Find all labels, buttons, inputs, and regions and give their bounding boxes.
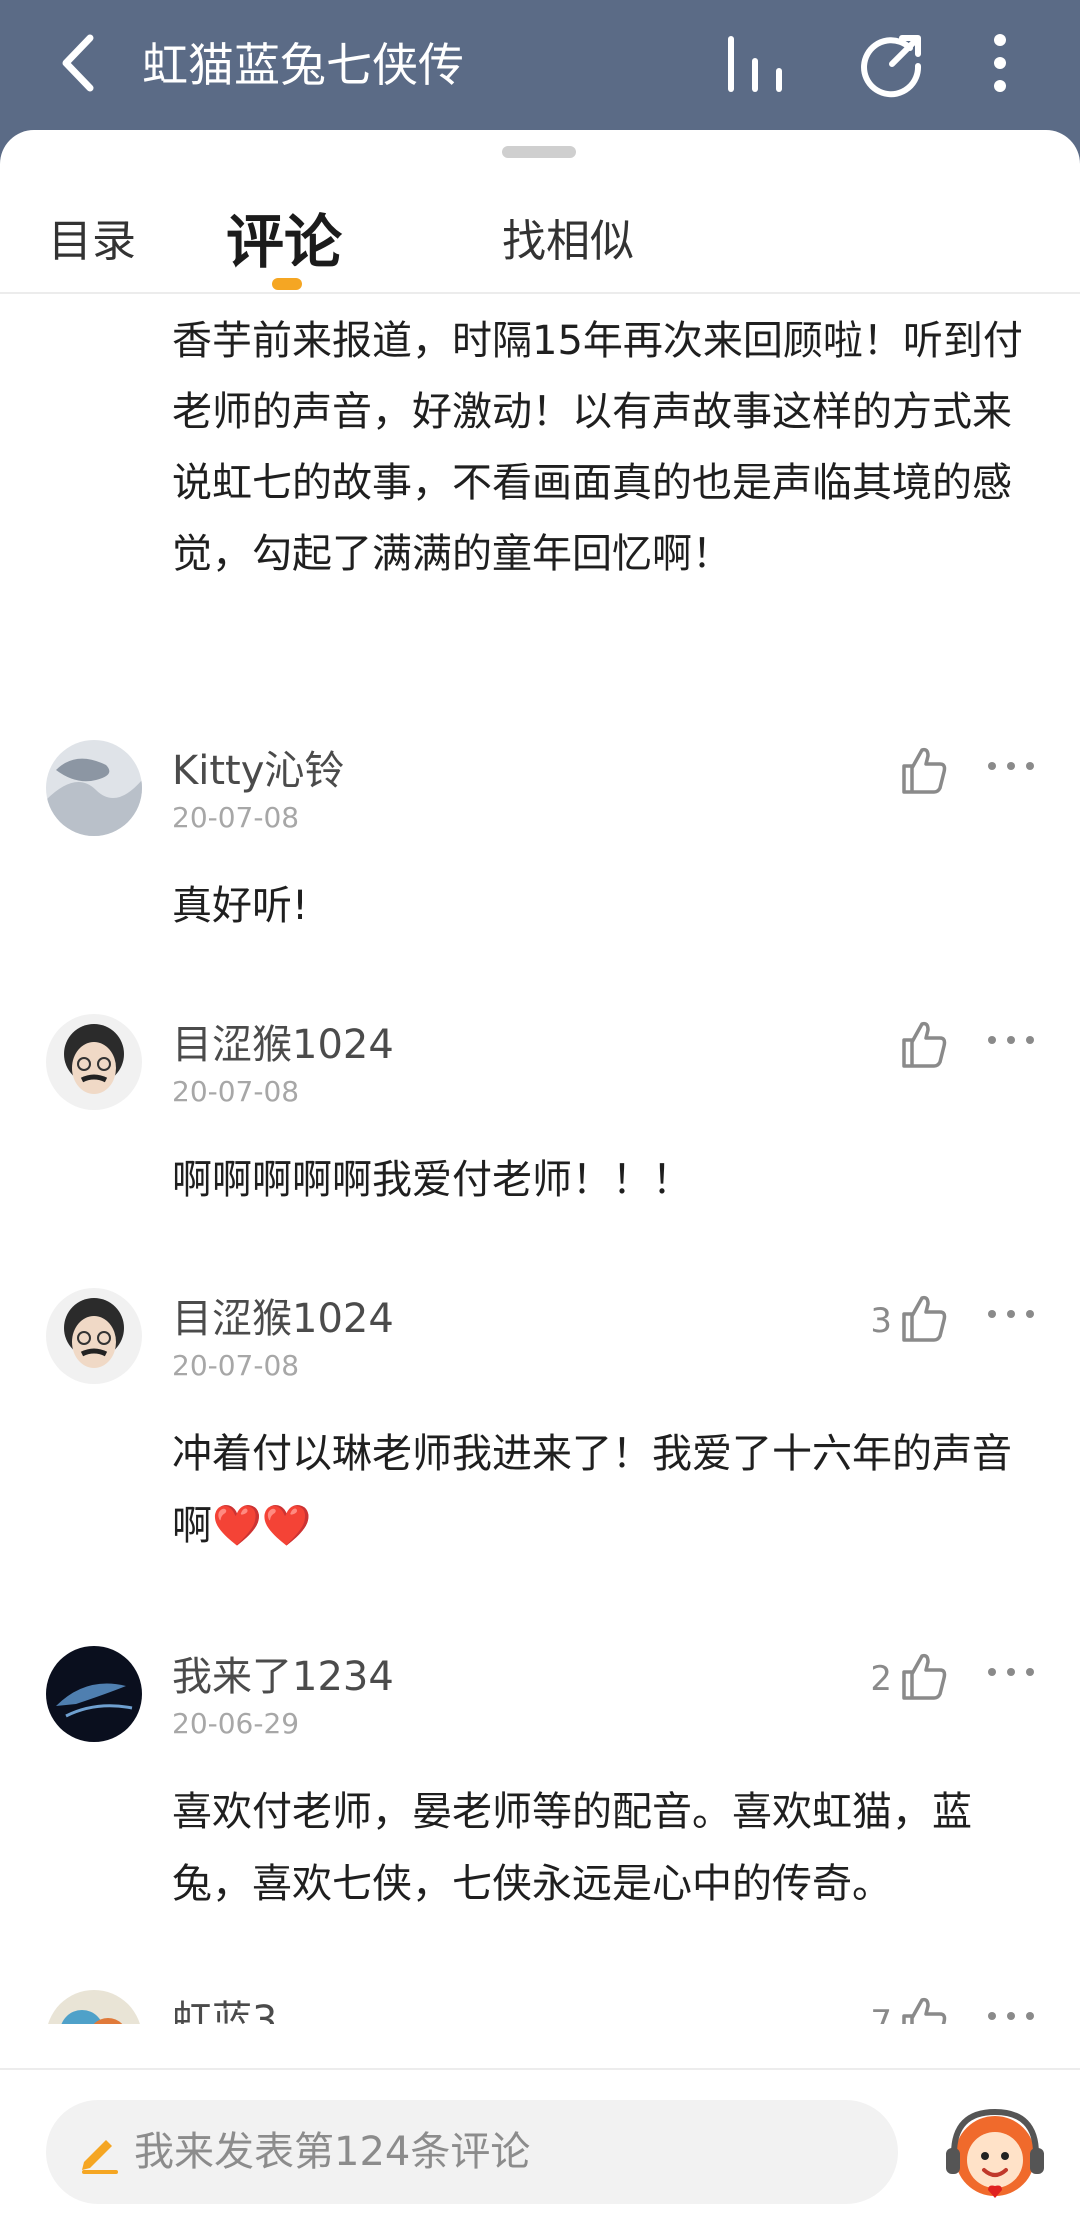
more-horizontal-icon[interactable] (986, 1030, 1036, 1050)
comment-text: 冲着付以琳老师我进来了！我爱了十六年的声音啊❤️❤️ (172, 1431, 1012, 1549)
comment-text: 啊啊啊啊啊我爱付老师！！！ (172, 1157, 692, 1203)
comment-input[interactable]: 我来发表第124条评论 (46, 2100, 898, 2204)
avatar[interactable] (46, 1646, 142, 1742)
comment-date: 20-07-08 (172, 801, 300, 834)
thumbs-up-icon[interactable] (900, 1018, 948, 1070)
pen-icon (82, 2140, 118, 2174)
avatar[interactable] (46, 740, 142, 836)
comment-author[interactable]: 我来了1234 (172, 1652, 394, 1702)
more-horizontal-icon[interactable] (986, 1304, 1036, 1324)
more-vertical-icon[interactable] (975, 28, 1025, 98)
thumbs-up-icon[interactable] (900, 1292, 948, 1344)
comment-input-placeholder: 我来发表第124条评论 (134, 2129, 531, 2175)
like-count: 7 (870, 2003, 892, 2024)
comment-date: 20-06-29 (172, 1707, 300, 1740)
thumbs-up-icon[interactable] (900, 1994, 948, 2024)
more-horizontal-icon[interactable] (986, 2006, 1036, 2024)
thumbs-up-icon[interactable] (900, 744, 948, 796)
tab-similar[interactable]: 找相似 (502, 192, 634, 292)
comment-author[interactable]: 虹蓝3 (172, 1996, 277, 2024)
avatar[interactable] (46, 1990, 142, 2024)
page-title: 虹猫蓝兔七侠传 (142, 38, 464, 92)
thumbs-up-icon[interactable] (900, 1650, 948, 1702)
comment-author[interactable]: 目涩猴1024 (172, 1294, 394, 1344)
drag-handle[interactable] (502, 146, 576, 158)
tab-bar: 目录 评论 找相似 (0, 192, 1080, 292)
tab-indicator (272, 278, 302, 290)
comment-feed[interactable]: 香芋前来报道，时隔15年再次来回顾啦！听到付老师的声音，好激动！以有声故事这样的… (0, 294, 1080, 2024)
share-icon[interactable] (858, 28, 928, 98)
comment-text: 喜欢付老师，晏老师等的配音。喜欢虹猫，蓝兔，喜欢七侠，七侠永远是心中的传奇。 (172, 1789, 972, 1907)
comment-text: 香芋前来报道，时隔15年再次来回顾啦！听到付老师的声音，好激动！以有声故事这样的… (172, 318, 1023, 577)
avatar[interactable] (46, 1288, 142, 1384)
like-count: 2 (870, 1659, 892, 1699)
tab-comments[interactable]: 评论 (226, 192, 342, 292)
more-horizontal-icon[interactable] (986, 756, 1036, 776)
equalizer-icon[interactable] (720, 28, 790, 98)
comment-composer-bar: 我来发表第124条评论 (0, 2068, 1080, 2237)
comment-author[interactable]: 目涩猴1024 (172, 1020, 394, 1070)
more-horizontal-icon[interactable] (986, 1662, 1036, 1682)
comments-sheet: 目录 评论 找相似 香芋前来报道，时隔15年再次来回顾啦！听到付老师的声音，好激… (0, 130, 1080, 2235)
comment-date: 20-07-08 (172, 1349, 300, 1382)
comment-text: 真好听! (172, 883, 309, 929)
comment-author[interactable]: Kitty沁铃 (172, 746, 344, 796)
top-bar: 虹猫蓝兔七侠传 (0, 0, 1080, 130)
mascot-avatar-icon[interactable] (940, 2098, 1050, 2208)
comment-date: 20-07-08 (172, 1075, 300, 1108)
back-icon[interactable] (50, 28, 110, 98)
avatar[interactable] (46, 1014, 142, 1110)
like-count: 3 (870, 1301, 892, 1341)
tab-toc[interactable]: 目录 (48, 192, 136, 292)
